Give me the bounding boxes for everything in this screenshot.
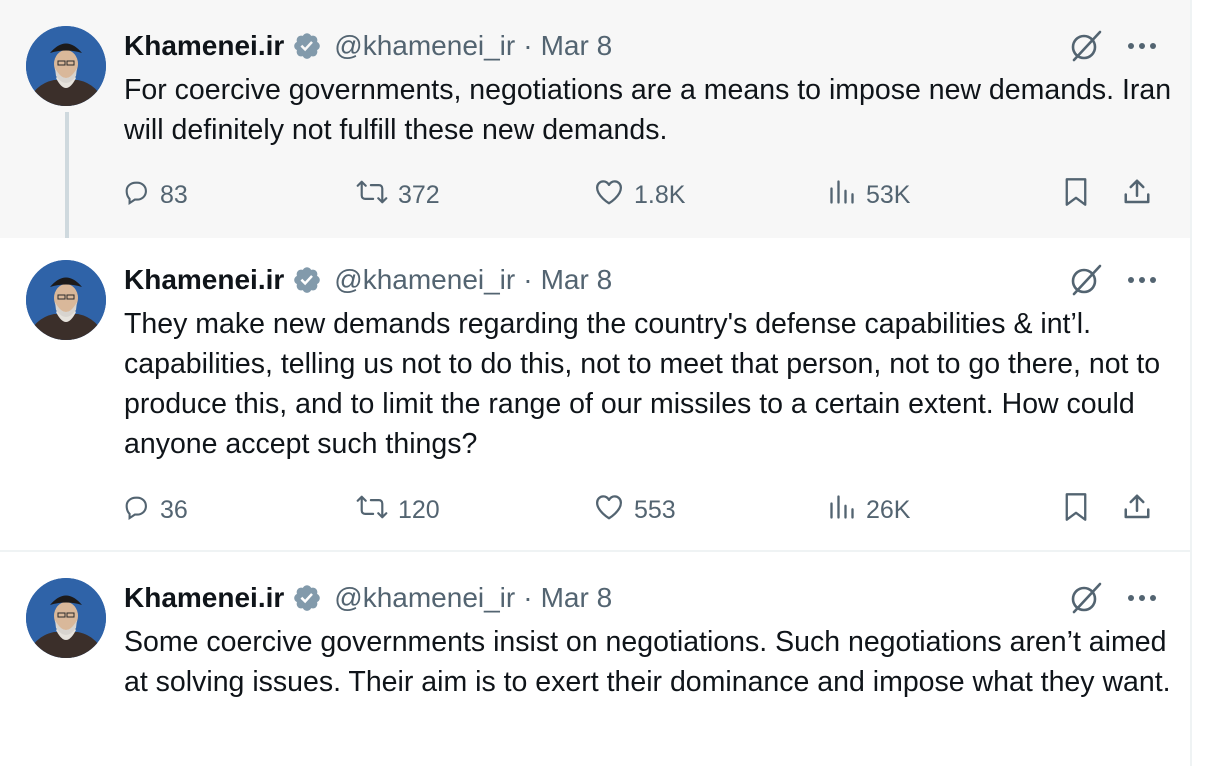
tweet-header: Khamenei.ir @khamenei_ir · Mar 8 <box>124 28 612 64</box>
verified-badge-icon[interactable] <box>292 583 322 613</box>
repost-button[interactable]: 120 <box>356 490 440 530</box>
reply-icon <box>122 178 150 213</box>
tweet-date[interactable]: Mar 8 <box>541 264 613 296</box>
share-icon <box>1122 492 1152 529</box>
share-button[interactable] <box>1122 490 1152 530</box>
share-icon <box>1122 177 1152 214</box>
grok-icon[interactable] <box>1068 262 1104 298</box>
like-count: 553 <box>634 495 676 524</box>
views-button[interactable]: 53K <box>828 175 910 215</box>
tweet-date[interactable]: Mar 8 <box>541 582 613 614</box>
tweet[interactable]: Khamenei.ir @khamenei_ir · Mar 8 For coe… <box>0 0 1190 252</box>
grok-icon[interactable] <box>1068 580 1104 616</box>
author-name[interactable]: Khamenei.ir <box>124 30 284 62</box>
repost-count: 120 <box>398 495 440 524</box>
bookmark-button[interactable] <box>1062 490 1090 530</box>
avatar[interactable] <box>26 578 106 658</box>
tweet-text: Some coercive governments insist on nego… <box>124 626 1171 698</box>
tweet-date[interactable]: Mar 8 <box>541 30 613 62</box>
more-options-icon[interactable] <box>1124 262 1160 298</box>
views-button[interactable]: 26K <box>828 490 910 530</box>
like-button[interactable]: 553 <box>594 490 676 530</box>
like-count: 1.8K <box>634 180 686 209</box>
more-options-icon[interactable] <box>1124 580 1160 616</box>
author-name[interactable]: Khamenei.ir <box>124 264 284 296</box>
views-count: 26K <box>866 495 911 524</box>
reply-count: 83 <box>160 180 188 209</box>
thread-connector-line <box>65 112 69 252</box>
verified-badge-icon[interactable] <box>292 265 322 295</box>
share-button[interactable] <box>1122 175 1152 215</box>
repost-icon <box>356 493 388 528</box>
reply-button[interactable]: 83 <box>122 175 188 215</box>
views-icon <box>828 178 856 213</box>
tweet[interactable]: Khamenei.ir @khamenei_ir · Mar 8 Some co… <box>0 552 1190 766</box>
views-icon <box>828 493 856 528</box>
tweet-header: Khamenei.ir @khamenei_ir · Mar 8 <box>124 580 612 616</box>
author-handle[interactable]: @khamenei_ir <box>334 264 515 296</box>
heart-icon <box>594 493 624 528</box>
tweet-actions: 36 120 553 26K <box>122 490 1162 530</box>
tweet-actions: 83 372 1.8K 53K <box>122 175 1162 215</box>
tweet-text: They make new demands regarding the coun… <box>124 308 1161 460</box>
tweet-text: For coercive governments, negotiations a… <box>124 74 1172 146</box>
reply-button[interactable]: 36 <box>122 490 188 530</box>
tweet-thread: Khamenei.ir @khamenei_ir · Mar 8 For coe… <box>0 0 1192 766</box>
author-handle[interactable]: @khamenei_ir <box>334 30 515 62</box>
reply-icon <box>122 493 150 528</box>
avatar[interactable] <box>26 26 106 106</box>
repost-icon <box>356 178 388 213</box>
bookmark-icon <box>1062 492 1090 529</box>
repost-button[interactable]: 372 <box>356 175 440 215</box>
views-count: 53K <box>866 180 911 209</box>
tweet-header: Khamenei.ir @khamenei_ir · Mar 8 <box>124 262 612 298</box>
reply-count: 36 <box>160 495 188 524</box>
like-button[interactable]: 1.8K <box>594 175 685 215</box>
tweet[interactable]: Khamenei.ir @khamenei_ir · Mar 8 They ma… <box>0 238 1190 552</box>
separator-dot: · <box>523 30 533 61</box>
verified-badge-icon[interactable] <box>292 31 322 61</box>
avatar[interactable] <box>26 260 106 340</box>
more-options-icon[interactable] <box>1124 28 1160 64</box>
repost-count: 372 <box>398 180 440 209</box>
bookmark-button[interactable] <box>1062 175 1090 215</box>
heart-icon <box>594 178 624 213</box>
separator-dot: · <box>523 582 533 613</box>
bookmark-icon <box>1062 177 1090 214</box>
author-name[interactable]: Khamenei.ir <box>124 582 284 614</box>
grok-icon[interactable] <box>1068 28 1104 64</box>
separator-dot: · <box>523 264 533 295</box>
author-handle[interactable]: @khamenei_ir <box>334 582 515 614</box>
